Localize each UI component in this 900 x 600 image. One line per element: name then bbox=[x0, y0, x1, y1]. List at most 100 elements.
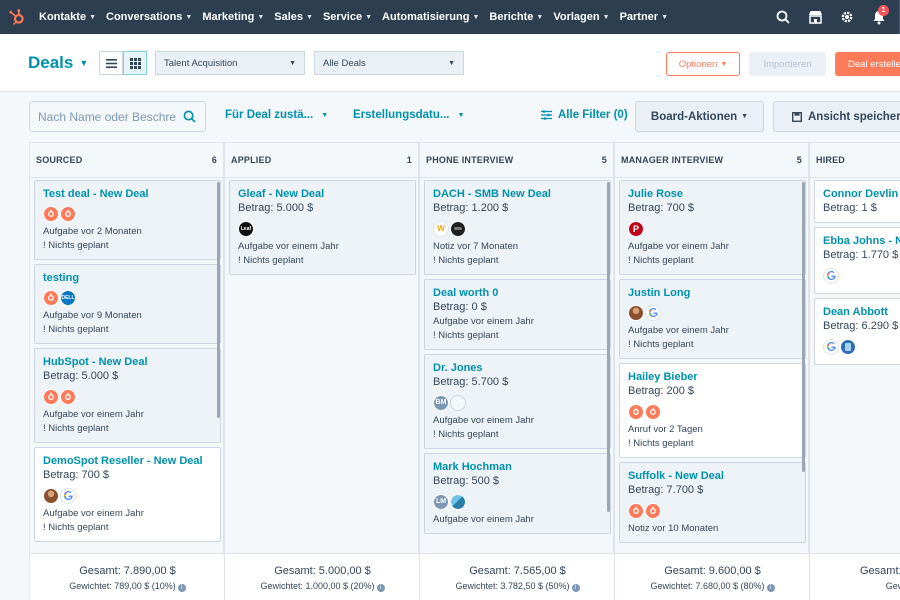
nav-item-conversations[interactable]: Conversations ▼ bbox=[101, 11, 197, 23]
info-icon[interactable]: i bbox=[571, 584, 580, 592]
last-activity: Notiz vor 10 Monaten bbox=[628, 523, 719, 534]
create-date-filter[interactable]: Erstellungsdatu... ▼ bbox=[353, 109, 464, 121]
deal-card[interactable]: Dr. Jones Betrag: 5.700 $ BM Aufgabe vor ei… bbox=[424, 354, 611, 449]
column-header[interactable]: PHONE INTERVIEW 5 bbox=[420, 142, 613, 178]
last-activity: Aufgabe vor einem Jahr bbox=[43, 508, 144, 519]
column-header[interactable]: SOURCED 6 bbox=[30, 142, 223, 178]
hubspot-avatar-icon bbox=[645, 502, 661, 519]
weighted-text: Gewichtet: 789,00 $ (10%) bbox=[69, 581, 176, 591]
deal-title-link[interactable]: Julie Rose bbox=[628, 187, 797, 201]
deal-card[interactable]: Connor Devlin Betrag: 1 $ bbox=[814, 180, 900, 223]
settings-gear-icon[interactable] bbox=[831, 0, 863, 34]
deal-card[interactable]: testing DELL Aufgabe vor 9 Monaten ! Nichts… bbox=[34, 264, 221, 344]
pipeline-select[interactable]: Talent Acquisition ▼ bbox=[155, 51, 305, 75]
company-wave-logo-icon bbox=[450, 493, 466, 510]
info-icon[interactable]: i bbox=[376, 584, 385, 592]
board-view-button[interactable] bbox=[123, 51, 147, 75]
nav-utilities: 1 bbox=[767, 0, 900, 34]
deal-title-link[interactable]: Hailey Bieber bbox=[628, 370, 797, 384]
info-icon[interactable]: i bbox=[177, 584, 186, 592]
deal-title-link[interactable]: DemoSpot Reseller - New Deal bbox=[43, 454, 212, 468]
save-view-button[interactable]: Ansicht speichern bbox=[773, 101, 900, 132]
column-title: PHONE INTERVIEW bbox=[426, 155, 514, 165]
nav-item-service[interactable]: Service ▼ bbox=[318, 11, 377, 23]
search-icon[interactable] bbox=[176, 110, 202, 123]
hubspot-avatar-icon bbox=[645, 403, 661, 420]
search-input[interactable] bbox=[30, 109, 176, 124]
last-activity: Notiz vor 7 Monaten bbox=[433, 241, 519, 252]
deal-card[interactable]: Hailey Bieber Betrag: 200 $ Anruf vor 2 Ta… bbox=[619, 363, 806, 458]
deal-title-link[interactable]: Suffolk - New Deal bbox=[628, 469, 797, 483]
all-filters-label: Alle Filter (0) bbox=[558, 109, 628, 121]
search-icon[interactable] bbox=[767, 0, 799, 34]
deal-title-link[interactable]: Test deal - New Deal bbox=[43, 187, 212, 201]
associated-records bbox=[43, 205, 212, 222]
last-activity: Aufgabe vor einem Jahr bbox=[433, 415, 534, 426]
deal-card[interactable]: Justin Long Aufgabe vor einem Jahr ! Nicht… bbox=[619, 279, 806, 359]
column-header[interactable]: HIRED bbox=[810, 142, 900, 178]
deal-title-link[interactable]: HubSpot - New Deal bbox=[43, 355, 212, 369]
column-scrollbar[interactable] bbox=[607, 182, 610, 512]
deal-owner-filter[interactable]: Für Deal zustä... ▼ bbox=[225, 109, 328, 121]
google-logo-icon bbox=[823, 338, 839, 355]
chevron-down-icon: ▼ bbox=[306, 13, 313, 21]
contact-initials-avatar: BM bbox=[433, 394, 449, 411]
hubspot-avatar-icon bbox=[60, 205, 76, 222]
deal-card[interactable]: DACH - SMB New Deal Betrag: 1.200 $ W Notiz… bbox=[424, 180, 611, 275]
deal-title-link[interactable]: Connor Devlin bbox=[823, 187, 900, 201]
deal-card[interactable]: Deal worth 0 Betrag: 0 $ Aufgabe vor einem… bbox=[424, 279, 611, 350]
list-view-button[interactable] bbox=[99, 51, 123, 75]
nav-item-vorlagen[interactable]: Vorlagen ▼ bbox=[548, 11, 614, 23]
all-filters-button[interactable]: Alle Filter (0) bbox=[541, 109, 628, 121]
column-scrollbar[interactable] bbox=[802, 182, 805, 472]
deal-card[interactable]: Gleaf - New Deal Betrag: 5.000 $ Leaf Aufga… bbox=[229, 180, 416, 275]
company-logo-icon bbox=[840, 338, 856, 355]
marketplace-icon[interactable] bbox=[799, 0, 831, 34]
nav-item-sales[interactable]: Sales ▼ bbox=[269, 11, 318, 23]
column-scrollbar[interactable] bbox=[217, 182, 220, 418]
column-totals: Gesamt: 9.600,00 $ Gewichtet: 7.680,00 $ … bbox=[615, 553, 810, 600]
deal-card[interactable]: Mark Hochman Betrag: 500 $ LM Aufgabe vor e… bbox=[424, 453, 611, 534]
nav-item-kontakte[interactable]: Kontakte ▼ bbox=[34, 11, 101, 23]
hubspot-logo-icon[interactable] bbox=[0, 0, 34, 34]
column-total-amount: Gesamt: 1.111,00 $ bbox=[860, 565, 900, 577]
deal-card[interactable]: Ebba Johns - New DealBetrag: 1.770 $ bbox=[814, 227, 900, 294]
deal-card[interactable]: DemoSpot Reseller - New Deal Betrag: 700 … bbox=[34, 447, 221, 542]
deal-card[interactable]: Test deal - New Deal Aufgabe vor 2 Monate… bbox=[34, 180, 221, 260]
nav-item-partner[interactable]: Partner ▼ bbox=[615, 11, 673, 23]
deal-card[interactable]: HubSpot - New Deal Betrag: 5.000 $ Aufgabe… bbox=[34, 348, 221, 443]
deal-title-link[interactable]: Dean Abbott bbox=[823, 305, 900, 319]
info-icon[interactable]: i bbox=[766, 584, 775, 592]
deal-title-link[interactable]: Justin Long bbox=[628, 286, 797, 300]
create-deal-button[interactable]: Deal erstellen bbox=[835, 52, 900, 76]
column-weighted-amount: Gewichtet: 1.000,00 $ (20%) i bbox=[225, 579, 420, 593]
nav-item-marketing[interactable]: Marketing ▼ bbox=[197, 11, 269, 23]
deal-card[interactable]: Dean Abbott Betrag: 6.290 $ bbox=[814, 298, 900, 365]
page-title[interactable]: Deals ▼ bbox=[28, 53, 88, 73]
deal-title-link[interactable]: Dr. Jones bbox=[433, 361, 602, 375]
deal-title-link[interactable]: Ebba Johns - New Deal bbox=[823, 234, 900, 248]
nav-item-automatisierung[interactable]: Automatisierung ▼ bbox=[377, 11, 484, 23]
column-header[interactable]: MANAGER INTERVIEW 5 bbox=[615, 142, 808, 178]
deal-title-link[interactable]: Deal worth 0 bbox=[433, 286, 602, 300]
import-button[interactable]: Importieren bbox=[749, 52, 826, 76]
deal-amount: Betrag: 1.200 $ bbox=[433, 202, 509, 214]
nav-item-berichte[interactable]: Berichte ▼ bbox=[484, 11, 548, 23]
next-activity: ! Nichts geplant bbox=[43, 522, 109, 533]
view-select[interactable]: Alle Deals ▼ bbox=[314, 51, 464, 75]
notifications-bell-icon[interactable]: 1 bbox=[863, 0, 895, 34]
last-activity: Aufgabe vor einem Jahr bbox=[433, 514, 534, 525]
deal-amount: Betrag: 0 $ bbox=[433, 301, 487, 313]
board-actions-button[interactable]: Board-Aktionen ▼ bbox=[635, 101, 764, 132]
deal-card[interactable]: Suffolk - New Deal Betrag: 7.700 $ Notiz v… bbox=[619, 462, 806, 543]
column-totals: Gesamt: 7.890,00 $ Gewichtet: 789,00 $ (1… bbox=[30, 553, 225, 600]
last-activity: Aufgabe vor einem Jahr bbox=[628, 325, 729, 336]
column-weighted-amount: Gewichtet: 789,00 $ (10%) i bbox=[30, 579, 225, 593]
options-button[interactable]: Optionen ▼ bbox=[666, 52, 740, 76]
deal-title-link[interactable]: testing bbox=[43, 271, 212, 285]
column-header[interactable]: APPLIED 1 bbox=[225, 142, 418, 178]
deal-title-link[interactable]: Mark Hochman bbox=[433, 460, 602, 474]
deal-title-link[interactable]: Gleaf - New Deal bbox=[238, 187, 407, 201]
deal-title-link[interactable]: DACH - SMB New Deal bbox=[433, 187, 602, 201]
deal-card[interactable]: Julie Rose Betrag: 700 $ P Aufgabe vor eine… bbox=[619, 180, 806, 275]
